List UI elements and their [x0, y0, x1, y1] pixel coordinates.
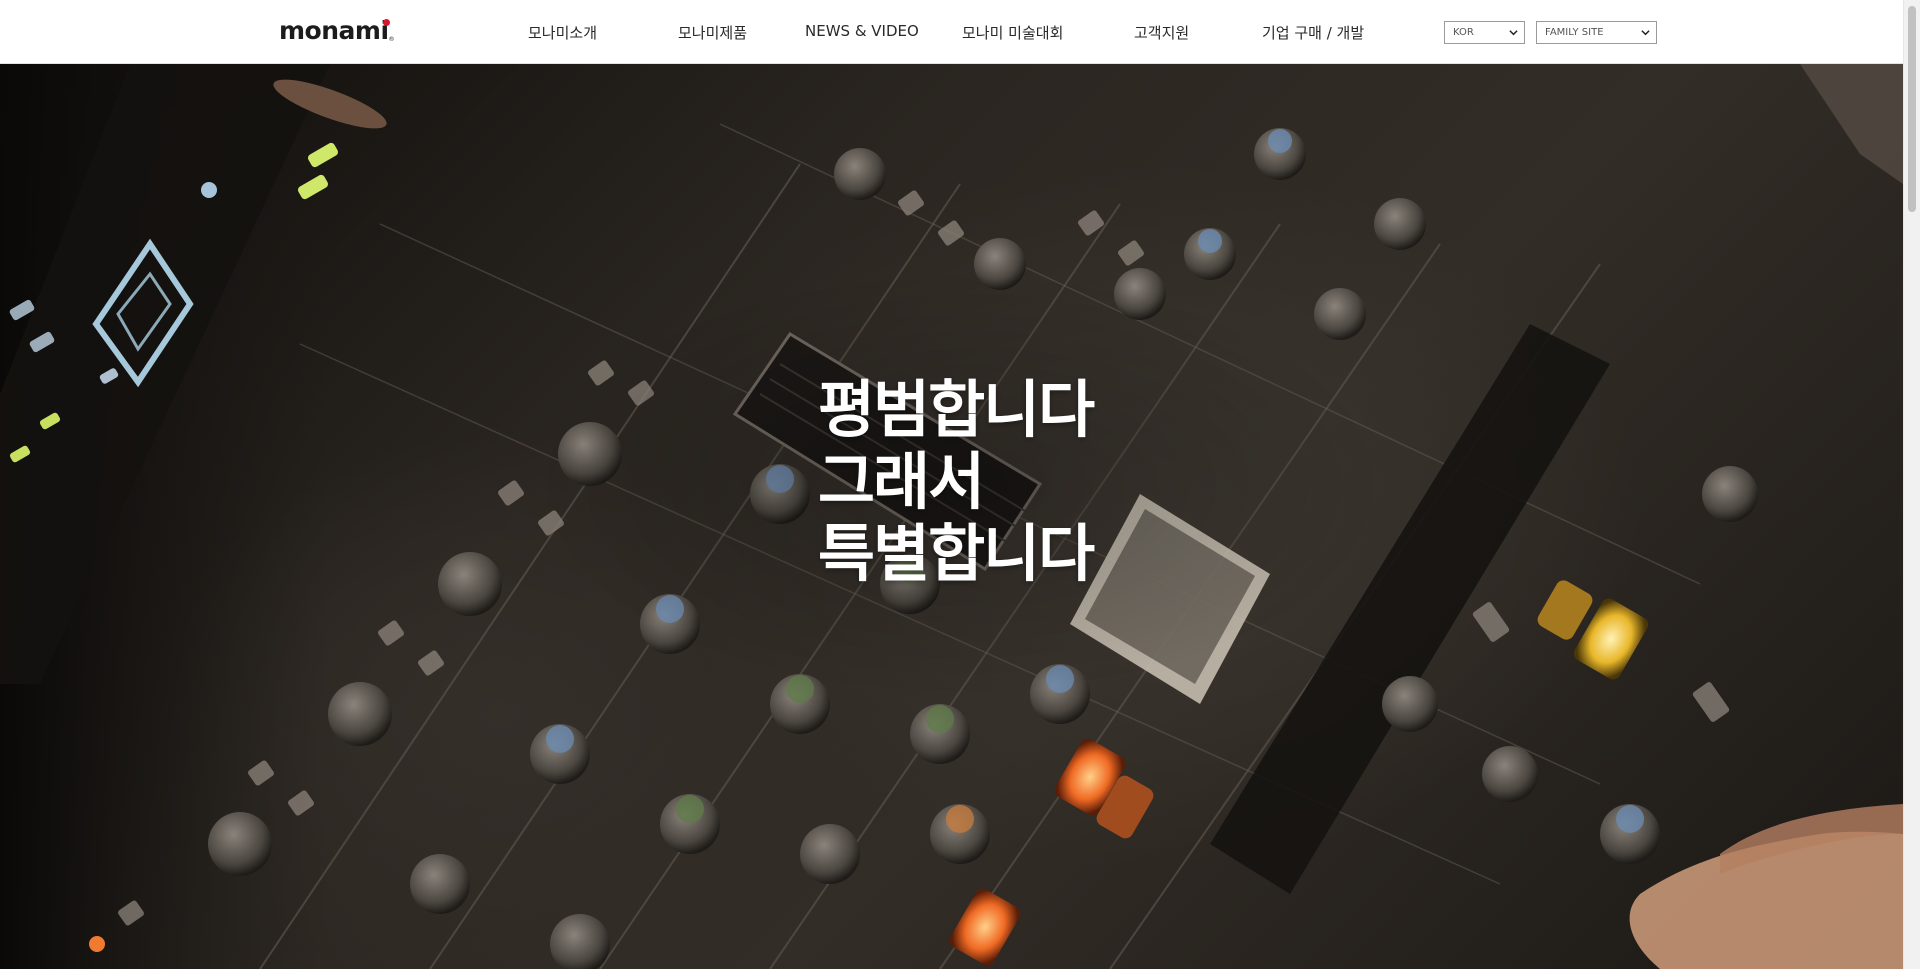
hero-headline: 평범합니다 그래서 특별합니다 [818, 373, 1095, 590]
chevron-down-icon [1641, 30, 1650, 36]
nav-item-about[interactable]: 모나미소개 [528, 22, 597, 43]
headline-line-1: 평범합니다 [818, 373, 1095, 446]
site-header: monami ® 모나미소개 모나미제품 NEWS & VIDEO 모나미 미술… [0, 0, 1920, 64]
language-select[interactable]: KOR [1444, 21, 1525, 44]
nav-item-products[interactable]: 모나미제품 [678, 22, 747, 43]
hero-video: 평범합니다 그래서 특별합니다 [0, 64, 1903, 969]
nav-item-art-contest[interactable]: 모나미 미술대회 [962, 22, 1063, 43]
headline-line-2: 그래서 [818, 445, 985, 518]
nav-item-support[interactable]: 고객지원 [1134, 22, 1189, 43]
page-scrollbar[interactable] [1903, 0, 1920, 969]
scrollbar-thumb[interactable] [1908, 6, 1916, 212]
headline-line-3: 특별합니다 [818, 517, 1095, 590]
chevron-down-icon [1509, 30, 1518, 36]
nav-item-corporate[interactable]: 기업 구매 / 개발 [1262, 22, 1364, 43]
family-site-select-value: FAMILY SITE [1545, 27, 1604, 38]
nav-item-news-video[interactable]: NEWS & VIDEO [805, 22, 919, 40]
language-select-value: KOR [1453, 27, 1474, 38]
family-site-select[interactable]: FAMILY SITE [1536, 21, 1657, 44]
